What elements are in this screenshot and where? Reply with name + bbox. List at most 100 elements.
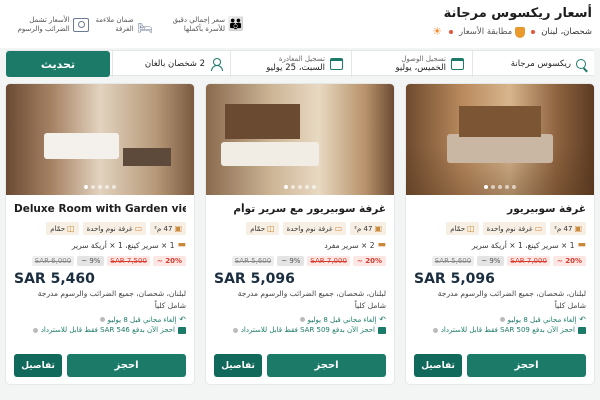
guests-value: 2 شخصان بالغان [144, 59, 205, 69]
checkout-field[interactable]: تسجيل المغادرة السبت، 25 يوليو [230, 51, 351, 77]
bed-icon: ▭ [334, 224, 343, 233]
bed-config: ▬ 1 × سرير كينغ، 1 × أريكة سرير [14, 240, 186, 250]
perk-text: إلغاء مجاني قبل 8 يوليو [307, 315, 377, 324]
meal-plan: شامل كلياً [354, 301, 386, 310]
old-price-secondary: SAR 5,600 [431, 256, 475, 266]
room-photo[interactable] [406, 84, 594, 195]
bed-icon: 🛏 [137, 20, 153, 35]
bath-icon: ◫ [67, 224, 75, 233]
room-name: غرفة سوبيريور [507, 203, 586, 215]
bath-tag: ◫ حمّام [446, 222, 479, 235]
guests-field[interactable]: 2 شخصان بالغان [112, 51, 230, 77]
discount-row: 20% ~ SAR 7,000 9% ~ SAR 5,600 [414, 256, 586, 266]
discount-row: 20% ~ SAR 7,500 9% ~ SAR 6,000 [14, 256, 186, 266]
discount-badge: 20% ~ [552, 256, 586, 266]
room-photo[interactable] [6, 84, 194, 195]
room-photo[interactable] [206, 84, 394, 195]
room-price: SAR 5,460 [14, 271, 95, 287]
discount-badge-secondary: 9% ~ [277, 256, 305, 266]
area-tag: ▣ 47 م² [150, 222, 186, 235]
bedroom-text: غرفة نوم واحدة [486, 224, 533, 233]
room-price: SAR 5,096 [214, 271, 295, 287]
details-button[interactable]: تفاصيل [214, 354, 262, 377]
tax-note: لبلنان، شحصان، جميع الضرائب والرسوم مدرج… [37, 289, 186, 298]
discount-badge-secondary: 9% ~ [77, 256, 105, 266]
pay-later-perk: احجز الآن بدفع SAR 546 فقط قابل للاستردا… [14, 326, 186, 334]
feature-text: سعر إجمالي دقيق للأسرة بأكملها [172, 16, 225, 33]
bed-icon: ▭ [534, 224, 543, 233]
separator-dot [531, 30, 536, 34]
perk-text: احجز الآن بدفع SAR 509 فقط قابل للاستردا… [440, 326, 575, 334]
discount-badge-secondary: 9% ~ [477, 256, 505, 266]
checkout-label: تسجيل المغادرة [278, 55, 325, 63]
old-price: SAR 7,500 [107, 256, 150, 266]
pay-later-perk: احجز الآن بدفع SAR 509 فقط قابل للاستردا… [414, 326, 586, 334]
old-price-secondary: SAR 5,600 [231, 256, 275, 266]
price-match-label: مطابقة الأسعار [459, 27, 513, 37]
bed-text: 1 × سرير كينغ، 1 × أريكة سرير [471, 240, 575, 250]
feature-room-guarantee: 🛏 ضمان ملاءمة الغرفة [95, 8, 153, 42]
info-icon[interactable] [32, 327, 38, 333]
feature-taxes-included: الأسعار تشمل الضرائب والرسوم [4, 8, 89, 42]
details-button[interactable]: تفاصيل [414, 354, 462, 377]
book-button[interactable]: احجز [467, 354, 586, 377]
page-title: أسعار ريكسوس مرجانة [443, 6, 592, 21]
bath-tag: ◫ حمّام [46, 222, 79, 235]
bedroom-tag: ▭ غرفة نوم واحدة [82, 222, 147, 235]
bath-icon: ◫ [467, 224, 475, 233]
carousel-dots [6, 185, 194, 189]
free-cancel-perk: ↶ إلغاء مجاني قبل 8 يوليو [14, 315, 186, 324]
bed-text: 2 × سرير مفرد [324, 240, 375, 250]
area-tag: ▣ 47 م² [550, 222, 586, 235]
bed-config: ▬ 2 × سرير مفرد [214, 240, 386, 250]
info-icon[interactable] [299, 317, 305, 322]
checkin-label: تسجيل الوصول [401, 55, 446, 63]
meal-plan: شامل كلياً [554, 301, 586, 310]
meal-plan: شامل كلياً [154, 301, 186, 310]
room-card: غرفة سوبيريور مع سرير توأم ▣ 47 م² ▭ غرفة … [206, 84, 394, 384]
free-cancel-perk: ↶ إلغاء مجاني قبل 8 يوليو [214, 315, 386, 324]
people-icon: 👪 [227, 17, 244, 32]
details-button[interactable]: تفاصيل [14, 354, 62, 377]
hotel-subline: شحصان، لبنان مطابقة الأسعار ☀ [431, 26, 592, 38]
bath-text: حمّام [450, 224, 466, 233]
carousel-dots [206, 185, 394, 189]
tax-note: لبلنان، شحصان، جميع الضرائب والرسوم مدرج… [437, 289, 586, 298]
money-icon [72, 18, 89, 32]
free-cancel-perk: ↶ إلغاء مجاني قبل 8 يوليو [414, 315, 586, 324]
bath-text: حمّام [50, 224, 66, 233]
feature-accurate-price: 👪 سعر إجمالي دقيق للأسرة بأكملها [159, 8, 244, 42]
checkin-field[interactable]: تسجيل الوصول الخميس، يوليو [351, 51, 472, 77]
shield-icon [515, 26, 526, 38]
price-match-badge[interactable]: مطابقة الأسعار [459, 26, 526, 38]
book-button[interactable]: احجز [267, 354, 386, 377]
feature-text: ضمان ملاءمة الغرفة [95, 16, 134, 33]
room-name: غرفة سوبيريور مع سرير توأم [233, 203, 386, 215]
update-button[interactable]: تحديث [6, 51, 110, 77]
calendar-icon [451, 58, 464, 70]
checkin-value: الخميس، يوليو [395, 63, 446, 73]
undo-icon: ↶ [379, 315, 386, 324]
room-name: Deluxe Room with Garden view [14, 203, 186, 215]
pay-later-perk: احجز الآن بدفع SAR 509 فقط قابل للاستردا… [214, 326, 386, 334]
info-icon[interactable] [99, 317, 105, 322]
sun-icon: ☀ [432, 25, 442, 38]
wallet-icon [578, 326, 586, 334]
info-icon[interactable] [432, 327, 438, 333]
bed-config: ▬ 1 × سرير كينغ، 1 × أريكة سرير [414, 240, 586, 250]
book-button[interactable]: احجز [67, 354, 186, 377]
separator-dot [449, 30, 454, 34]
bedroom-tag: ▭ غرفة نوم واحدة [482, 222, 547, 235]
bath-text: حمّام [250, 224, 266, 233]
undo-icon: ↶ [179, 315, 186, 324]
search-bar: ريكسوس مرجانة تسجيل الوصول الخميس، يوليو… [6, 50, 594, 77]
discount-row: 20% ~ SAR 7,000 9% ~ SAR 5,600 [214, 256, 386, 266]
checkout-value: السبت، 25 يوليو [266, 63, 325, 73]
info-icon[interactable] [499, 317, 505, 322]
bath-tag: ◫ حمّام [246, 222, 279, 235]
room-card: Deluxe Room with Garden view ▣ 47 م² ▭ غرف… [6, 84, 194, 384]
room-price: SAR 5,096 [414, 271, 495, 287]
hotel-search-field[interactable]: ريكسوس مرجانة [472, 51, 594, 77]
location-text: شحصان، لبنان [541, 27, 592, 37]
info-icon[interactable] [232, 327, 238, 333]
